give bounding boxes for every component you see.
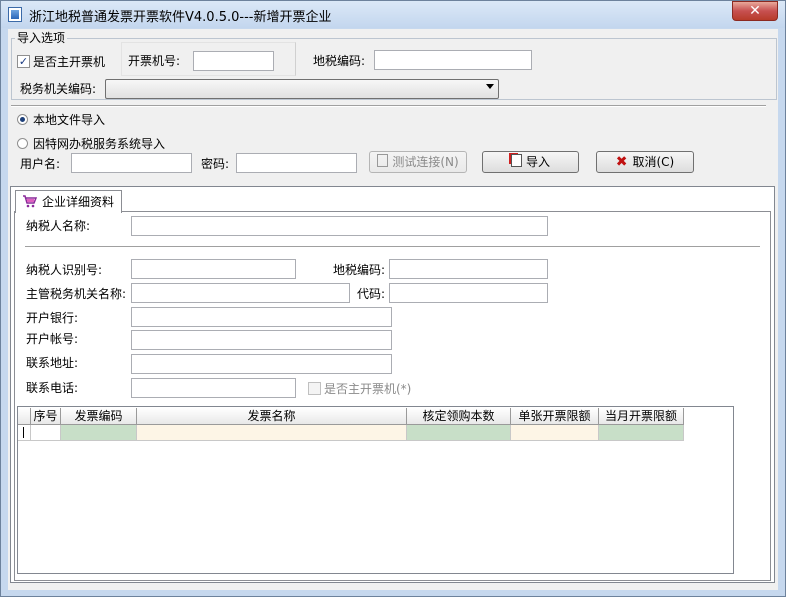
taxpayer-id-label: 纳税人识别号: [26,263,103,277]
details-local-tax-code-input[interactable] [389,259,548,279]
cancel-button[interactable]: ✖ 取消(C) [596,151,694,173]
cart-icon [22,194,38,208]
phone-input[interactable] [131,378,296,398]
address-input[interactable] [131,354,392,374]
main-machine-label[interactable]: 是否主开票机 [33,54,105,70]
authority-name-label: 主管税务机关名称: [26,287,127,301]
document-icon [377,154,389,167]
separator [11,105,766,107]
grid-col-approved-books[interactable]: 核定领购本数 [407,408,511,425]
grid-row-header-corner [18,408,31,425]
account-label: 开户帐号: [26,332,79,346]
tab-label: 企业详细资料 [42,195,115,209]
grid-cell-seq[interactable] [31,425,61,441]
password-label: 密码: [201,157,230,171]
phone-label: 联系电话: [26,381,79,395]
details-main-machine-label: 是否主开票机(*) [324,382,412,396]
grid-col-monthly-limit[interactable]: 当月开票限额 [599,408,684,425]
grid-col-single-limit[interactable]: 单张开票限额 [511,408,599,425]
address-label: 联系地址: [26,356,79,370]
online-import-radio[interactable] [17,138,28,149]
row-cursor-icon [23,427,24,438]
tax-authority-code-select[interactable] [105,79,499,99]
details-main-machine-checkbox[interactable] [308,382,321,395]
local-tax-code-label: 地税编码: [313,54,366,68]
account-input[interactable] [131,330,392,350]
grid-col-invoice-name[interactable]: 发票名称 [137,408,407,425]
main-machine-checkbox[interactable]: ✓ [17,55,30,68]
username-label: 用户名: [20,157,61,171]
bank-input[interactable] [131,307,392,327]
taxpayer-id-input[interactable] [131,259,296,279]
chevron-down-icon [486,84,494,89]
grid-cell-approved-books[interactable] [407,425,511,441]
details-local-tax-code-label: 地税编码: [333,263,386,277]
taxpayer-name-label: 纳税人名称: [26,219,91,233]
local-tax-code-input[interactable] [374,50,532,70]
check-icon: ✓ [18,55,29,68]
close-icon: ✕ [749,3,761,19]
import-button[interactable]: 导入 [482,151,579,173]
import-options-legend: 导入选项 [15,30,68,46]
grid-col-seq[interactable]: 序号 [31,408,61,425]
bank-label: 开户银行: [26,311,79,325]
password-input[interactable] [236,153,357,173]
tax-authority-code-label: 税务机关编码: [20,82,97,96]
close-button[interactable]: ✕ [732,1,778,21]
test-connection-button[interactable]: 测试连接(N) [369,151,467,173]
app-icon [8,7,22,22]
authority-name-input[interactable] [131,283,350,303]
local-file-import-label[interactable]: 本地文件导入 [33,112,105,128]
local-file-import-radio[interactable] [17,114,28,125]
machine-no-label: 开票机号: [128,54,181,68]
code-input[interactable] [389,283,548,303]
grid-cell-invoice-name[interactable] [137,425,407,441]
import-icon [510,154,522,167]
grid-cell-monthly-limit[interactable] [599,425,684,441]
grid-col-invoice-code[interactable]: 发票编码 [61,408,137,425]
online-import-label[interactable]: 因特网办税服务系统导入 [33,136,165,152]
username-input[interactable] [71,153,192,173]
details-separator [25,246,760,248]
grid-cell-invoice-code[interactable] [61,425,137,441]
tab-enterprise-details[interactable]: 企业详细资料 [15,190,122,213]
code-label: 代码: [357,287,386,301]
grid-row-indicator[interactable] [18,425,31,441]
machine-no-input[interactable] [193,51,274,71]
window-title: 浙江地税普通发票开票软件V4.0.5.0---新增开票企业 [29,10,332,25]
cancel-icon: ✖ [615,154,628,170]
taxpayer-name-input[interactable] [131,216,548,236]
grid-cell-single-limit[interactable] [511,425,599,441]
